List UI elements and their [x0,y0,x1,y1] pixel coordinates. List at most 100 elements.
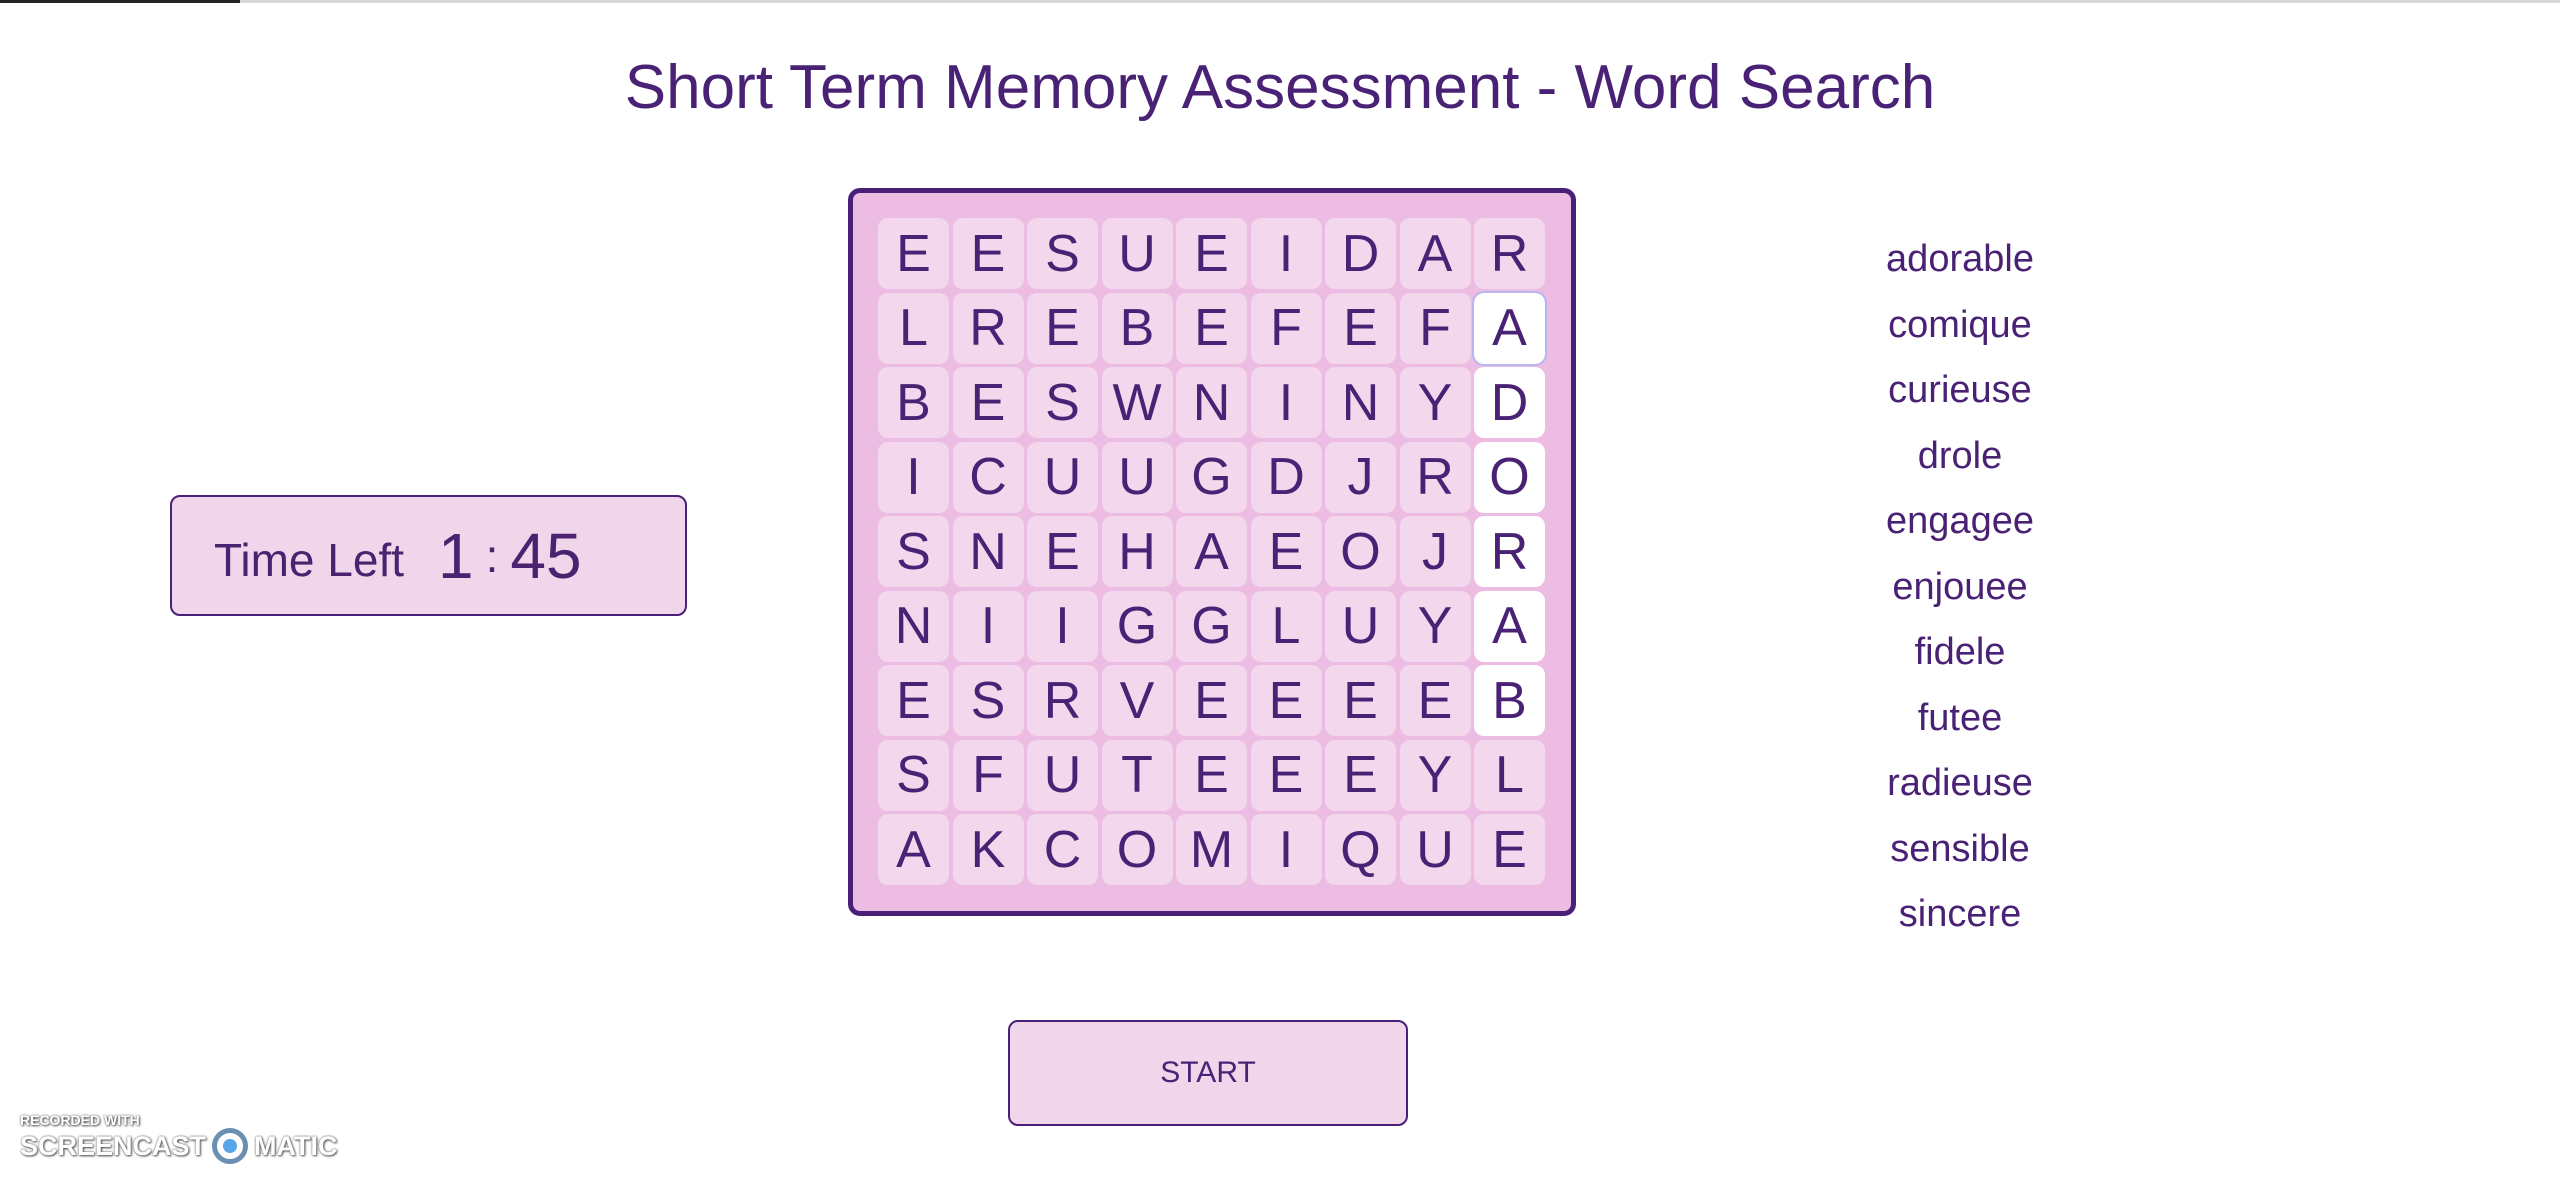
grid-cell[interactable]: I [1250,218,1322,289]
grid-cell[interactable]: H [1101,516,1173,587]
watermark-brand-b: MATIC [254,1130,338,1161]
window-top-accent [0,0,240,3]
grid-cell[interactable]: E [1474,814,1545,885]
grid-cell[interactable]: S [1027,367,1098,438]
grid-cell[interactable]: I [878,441,949,513]
grid-cell[interactable]: V [1101,665,1173,736]
grid-cell[interactable]: B [878,367,949,438]
grid-cell[interactable]: E [1027,292,1098,364]
timer-panel: Time Left 1 : 45 [170,495,687,616]
grid-cell[interactable]: E [1176,218,1247,289]
word-list-item: comique [1888,303,2032,346]
grid-cell[interactable]: I [1250,814,1322,885]
watermark-brand-a: SCREENCAST [20,1130,207,1161]
word-list-item: futee [1917,696,2003,739]
grid-cell[interactable]: F [952,739,1024,811]
grid-cell[interactable]: U [1101,441,1173,513]
grid-cell[interactable]: J [1399,516,1471,587]
grid-cell[interactable]: A [1472,290,1547,366]
grid-cell[interactable]: N [952,516,1024,587]
word-list-item: sensible [1890,827,2030,870]
grid-cell[interactable]: S [952,665,1024,736]
grid-cell[interactable]: E [1027,516,1098,587]
grid-cell[interactable]: F [1399,292,1471,364]
grid-cell[interactable]: E [1176,665,1247,736]
grid-cell[interactable]: E [878,218,949,289]
grid-cell[interactable]: G [1176,441,1247,513]
grid-cell[interactable]: E [1176,292,1247,364]
grid-cell[interactable]: L [878,292,949,364]
grid-cell[interactable]: D [1474,367,1545,438]
grid-cell[interactable]: W [1101,367,1173,438]
grid-cell[interactable]: U [1027,739,1098,811]
grid-cell[interactable]: K [952,814,1024,885]
grid-cell[interactable]: O [1474,441,1545,513]
grid-cell[interactable]: E [1325,292,1396,364]
letter-grid: EESUEIDARLREBEFEFABESWNINYDICUUGDJROSNEH… [878,218,1547,885]
grid-cell[interactable]: I [1027,590,1098,662]
grid-cell[interactable]: E [1176,739,1247,811]
grid-cell[interactable]: R [1474,516,1545,587]
grid-cell[interactable]: E [878,665,949,736]
grid-cell[interactable]: F [1250,292,1322,364]
grid-cell[interactable]: R [1399,441,1471,513]
screencast-watermark: RECORDED WITH SCREENCAST MATIC [20,1112,338,1164]
grid-cell[interactable]: E [952,218,1024,289]
grid-cell[interactable]: G [1176,590,1247,662]
grid-cell[interactable]: M [1176,814,1247,885]
grid-cell[interactable]: L [1250,590,1322,662]
grid-cell[interactable]: N [1325,367,1396,438]
grid-cell[interactable]: C [952,441,1024,513]
grid-cell[interactable]: A [1176,516,1247,587]
grid-cell[interactable]: B [1474,665,1545,736]
grid-cell[interactable]: R [1474,218,1545,289]
grid-cell[interactable]: N [878,590,949,662]
timer-separator: : [485,529,499,582]
grid-cell[interactable]: E [1325,665,1396,736]
grid-cell[interactable]: E [1325,739,1396,811]
grid-cell[interactable]: D [1250,441,1322,513]
word-list-item: engagee [1886,500,2034,542]
grid-cell[interactable]: A [1474,590,1545,662]
grid-cell[interactable]: I [952,590,1024,662]
grid-cell[interactable]: S [1027,218,1098,289]
watermark-line1: RECORDED WITH [20,1112,140,1128]
grid-cell[interactable]: E [1250,739,1322,811]
grid-cell[interactable]: S [878,739,949,811]
grid-cell[interactable]: D [1325,218,1396,289]
grid-cell[interactable]: N [1176,367,1247,438]
grid-cell[interactable]: Y [1399,739,1471,811]
grid-cell[interactable]: Y [1399,590,1471,662]
timer-minutes: 1 [438,519,474,592]
grid-cell[interactable]: J [1325,441,1396,513]
grid-cell[interactable]: R [1027,665,1098,736]
start-button[interactable]: START [1008,1020,1408,1126]
timer-label: Time Left [214,533,405,586]
word-list-item: curieuse [1888,369,2032,411]
grid-cell[interactable]: O [1325,516,1396,587]
grid-cell[interactable]: T [1101,739,1173,811]
grid-cell[interactable]: E [1250,665,1322,736]
grid-cell[interactable]: G [1101,590,1173,662]
grid-cell[interactable]: E [1399,665,1471,736]
grid-cell[interactable]: B [1101,292,1173,364]
word-list-item: sincere [1898,893,2022,935]
window-top-border [0,0,2560,3]
grid-cell[interactable]: S [878,516,949,587]
grid-cell[interactable]: L [1474,739,1545,811]
grid-cell[interactable]: Q [1325,814,1396,885]
grid-cell[interactable]: A [878,814,949,885]
grid-cell[interactable]: I [1250,367,1322,438]
grid-cell[interactable]: E [952,367,1024,438]
grid-cell[interactable]: E [1250,516,1322,587]
grid-cell[interactable]: U [1027,441,1098,513]
grid-cell[interactable]: U [1325,590,1396,662]
grid-cell[interactable]: U [1399,814,1471,885]
word-list-item: fidele [1914,631,2006,673]
grid-cell[interactable]: Y [1399,367,1471,438]
grid-cell[interactable]: O [1101,814,1173,885]
grid-cell[interactable]: A [1399,218,1471,289]
grid-cell[interactable]: U [1101,218,1173,289]
grid-cell[interactable]: C [1027,814,1098,885]
grid-cell[interactable]: R [952,292,1024,364]
